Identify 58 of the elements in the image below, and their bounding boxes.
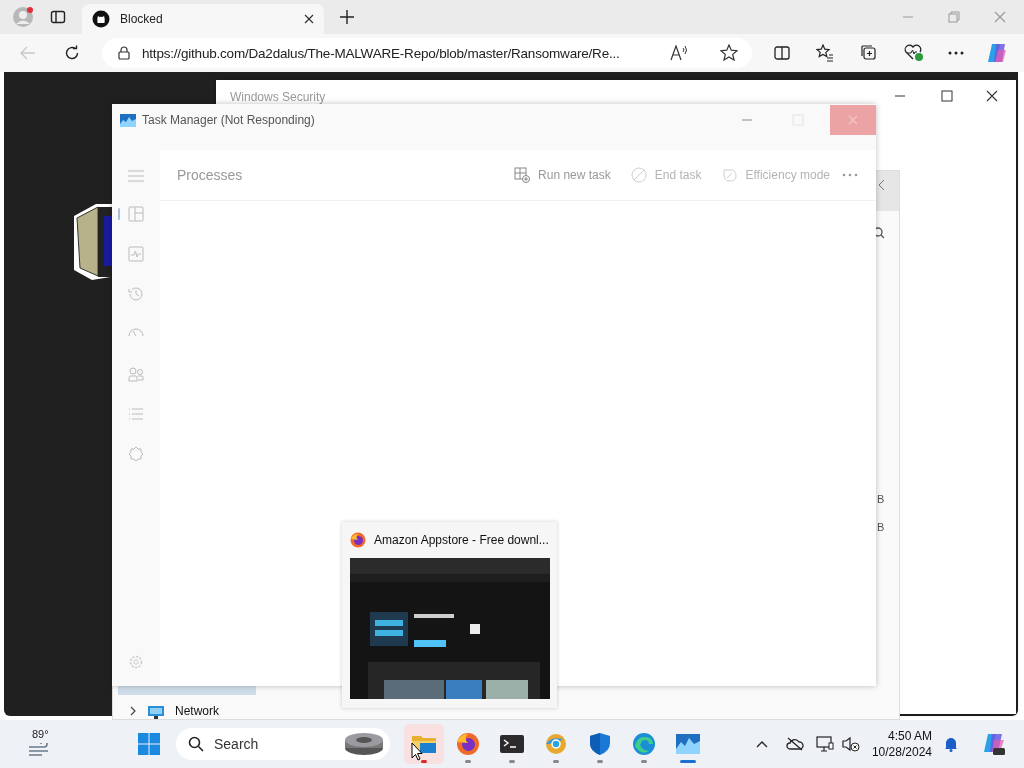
block-icon (630, 167, 647, 183)
chevron-up-icon[interactable] (755, 740, 768, 748)
new-task-icon (514, 167, 531, 183)
more-icon[interactable] (948, 51, 964, 55)
github-icon (92, 10, 110, 28)
close-icon[interactable] (304, 14, 314, 24)
task-manager-icon (675, 732, 701, 756)
start-icon[interactable] (138, 733, 160, 755)
copilot-icon[interactable] (982, 732, 1006, 756)
browser-tab[interactable]: Blocked (82, 4, 324, 34)
shield-icon (587, 732, 613, 756)
firefox-icon (350, 532, 366, 548)
browser-icon (543, 732, 569, 756)
grid-icon (128, 206, 144, 222)
monitor-icon[interactable] (815, 736, 834, 752)
puzzle-icon (128, 446, 144, 462)
list-icon (128, 406, 144, 422)
star-icon[interactable] (720, 44, 738, 62)
size-text: B (877, 521, 885, 533)
window-title: Task Manager (Not Responding) (142, 113, 315, 127)
address-field[interactable]: https://github.com/Da2dalus/The-MALWARE-Repo/blob/master/Ransomware/Re... (102, 38, 752, 68)
size-text: B (877, 493, 885, 505)
profile-icon[interactable] (12, 6, 34, 28)
preview-title: Amazon Appstore - Free downl... (374, 533, 549, 547)
window-preview[interactable]: Amazon Appstore - Free downl... (342, 522, 557, 708)
new-tab-icon[interactable] (340, 10, 354, 24)
refresh-icon[interactable] (64, 45, 80, 61)
speaker-muted-icon[interactable] (841, 736, 860, 752)
window-title: Windows Security (230, 90, 326, 104)
weather-widget[interactable]: 89° (18, 726, 70, 762)
firefox-icon (455, 732, 481, 756)
clock[interactable]: 4:50 AM 10/28/2024 (871, 728, 932, 760)
cloud-icon[interactable] (785, 737, 804, 751)
split-screen-icon[interactable] (774, 45, 790, 61)
pulse-chart-icon (128, 246, 144, 262)
favorites-icon[interactable] (816, 44, 834, 62)
search-icon[interactable] (873, 227, 885, 239)
mouse-pointer-icon (411, 742, 423, 761)
bell-icon[interactable] (944, 736, 958, 752)
close-icon (848, 115, 858, 125)
health-icon[interactable] (904, 44, 924, 62)
tab-actions-icon[interactable] (50, 9, 66, 25)
search-icon (188, 736, 204, 752)
collections-icon[interactable] (860, 44, 878, 62)
tree-item[interactable]: Network (129, 703, 219, 719)
maximize-icon[interactable] (941, 90, 953, 102)
edge-icon (631, 732, 657, 756)
terminal-icon (499, 732, 525, 756)
task-manager-icon (120, 113, 136, 127)
read-aloud-icon[interactable] (670, 45, 688, 61)
lock-icon (118, 46, 130, 60)
close-icon[interactable] (986, 90, 998, 102)
network-icon (147, 703, 165, 719)
users-icon (128, 366, 144, 382)
page-title: Processes (177, 167, 243, 183)
leaf-icon (721, 167, 738, 183)
history-icon (128, 286, 144, 302)
chevron-icon[interactable] (129, 706, 137, 716)
